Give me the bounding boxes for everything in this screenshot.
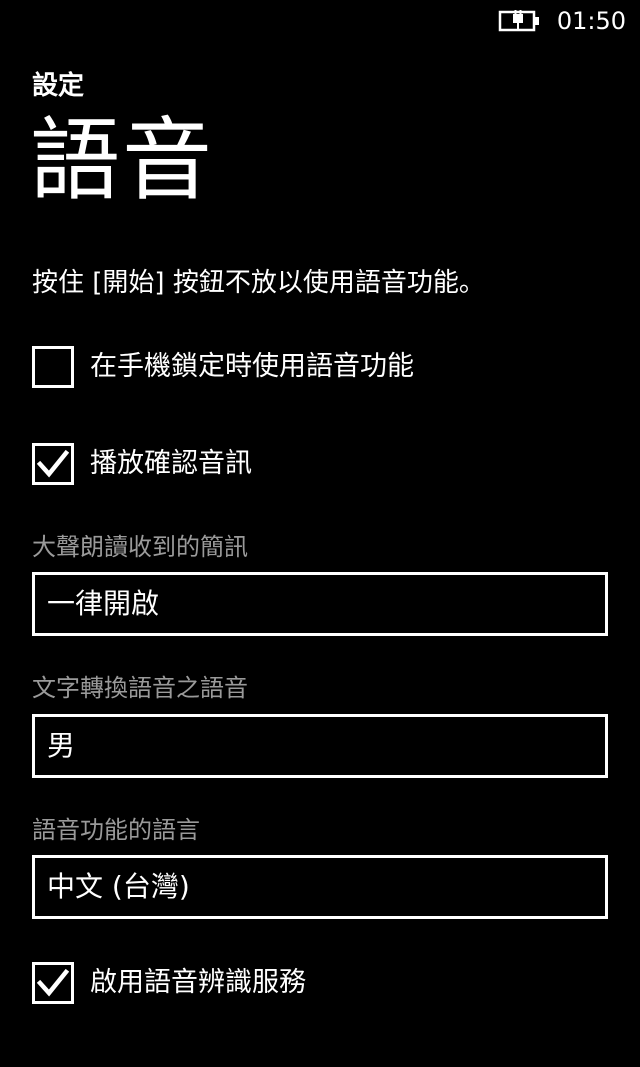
play-audio-confirmation-label: 播放確認音訊 (90, 448, 252, 479)
page-title: 語音 (30, 108, 214, 213)
use-speech-when-locked-label: 在手機鎖定時使用語音功能 (90, 351, 414, 382)
voice-hint-text: 按住 [開始] 按鈕不放以使用語音功能。 (32, 268, 485, 298)
status-time: 01:50 (556, 7, 626, 35)
speech-language-label: 語音功能的語言 (32, 816, 200, 844)
read-aloud-messages-picker[interactable]: 一律開啟 (32, 572, 608, 636)
enable-speech-recognition-label: 啟用語音辨識服務 (90, 967, 306, 998)
play-audio-confirmation-option[interactable]: 播放確認音訊 (32, 443, 252, 485)
app-title: 設定 (32, 71, 85, 101)
use-speech-when-locked-checkbox[interactable] (32, 346, 74, 388)
use-speech-when-locked-option[interactable]: 在手機鎖定時使用語音功能 (32, 346, 414, 388)
speech-language-picker[interactable]: 中文 (台灣) (32, 855, 608, 919)
tts-voice-value: 男 (47, 729, 76, 762)
tts-voice-picker[interactable]: 男 (32, 714, 608, 778)
read-aloud-messages-label: 大聲朗讀收到的簡訊 (32, 533, 248, 561)
tts-voice-label: 文字轉換語音之語音 (32, 674, 248, 702)
read-aloud-messages-value: 一律開啟 (47, 587, 160, 620)
play-audio-confirmation-checkbox[interactable] (32, 443, 74, 485)
status-bar: 01:50 (0, 0, 640, 42)
battery-charging-icon (498, 8, 544, 34)
enable-speech-recognition-checkbox[interactable] (32, 962, 74, 1004)
checkmark-icon (37, 968, 69, 997)
enable-speech-recognition-option[interactable]: 啟用語音辨識服務 (32, 962, 306, 1004)
checkmark-icon (37, 449, 69, 478)
speech-language-value: 中文 (台灣) (47, 870, 190, 903)
